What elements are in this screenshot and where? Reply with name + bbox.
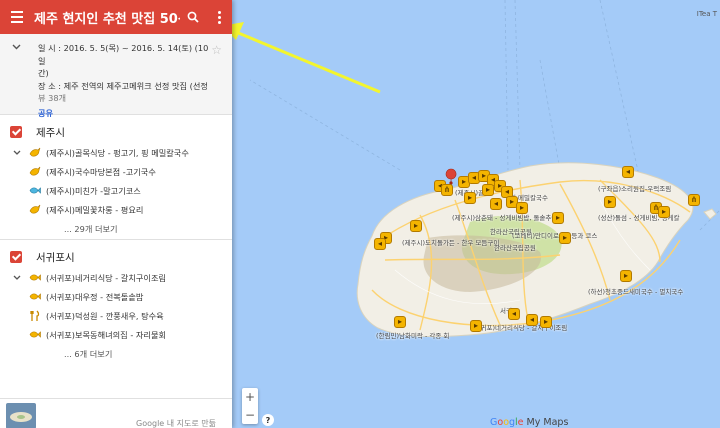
bird-marker-icon[interactable]: ▸ <box>470 320 482 332</box>
map-title: 제주 현지인 추천 맛집 50선 <box>34 11 180 27</box>
fork-knife-icon <box>28 310 42 322</box>
map-thumbnail[interactable] <box>6 403 36 428</box>
panel-footer: Google 내 지도로 만듦 <box>0 398 232 428</box>
map-place-label[interactable]: (서귀포)네거리식당 - 갈치구이조림 <box>472 322 567 332</box>
layer-section: 제주시 (제주시)골목식당 - 펑고기, 핑 메밀칼국수 (제주시)국수마당본점 -… <box>0 114 232 239</box>
zoom-control[interactable]: + − <box>242 388 258 424</box>
map-description: ☆ 일 시 : 2016. 5. 5(목) ~ 2016. 5. 14(토) (… <box>0 34 232 118</box>
chevron-down-icon[interactable] <box>12 44 21 50</box>
bird-marker-icon[interactable]: ▸ <box>540 316 552 328</box>
place-item[interactable]: (제주시)국수마당본점 -고기국수 <box>0 162 232 181</box>
place-label: (서귀포)네거리식당 - 갈치구이조림 <box>46 272 167 283</box>
place-item[interactable]: (서귀포)대우정 - 전복돌솥밥 <box>0 287 232 306</box>
map-place-label[interactable]: 한라산국립공원 <box>490 226 532 236</box>
fish-icon <box>28 186 42 195</box>
star-icon[interactable]: ☆ <box>211 44 222 57</box>
zoom-out-button[interactable]: − <box>242 406 258 424</box>
layer-header[interactable]: 서귀포시 <box>0 246 232 268</box>
map-place-label[interactable]: 한라산국립공원 <box>494 242 536 252</box>
fork-knife-marker-icon[interactable]: ⋔ <box>688 194 700 206</box>
place-label: (서귀포)덕성원 - 깐풍새우, 탕수육 <box>46 310 164 321</box>
fish-icon <box>28 330 42 339</box>
map-corner-label: ITea T <box>696 10 717 18</box>
fish-marker-icon[interactable]: ◂ <box>508 308 520 320</box>
share-link[interactable]: 공유 <box>38 107 53 120</box>
place-label: (제주시)미친가 -말고기코스 <box>46 185 141 196</box>
bird-marker-icon[interactable]: ▸ <box>604 196 616 208</box>
search-icon[interactable] <box>180 0 206 34</box>
fish-icon <box>28 292 42 301</box>
bird-marker-icon[interactable]: ▸ <box>516 202 528 214</box>
place-item[interactable]: (제주시)메밀꽃차롱 - 평요리 <box>0 200 232 219</box>
legend-panel: 제주 현지인 추천 맛집 50선 ☆ 일 시 : 2016. 5. 5(목) ~… <box>0 0 232 428</box>
layer-list: 제주시 (제주시)골목식당 - 펑고기, 핑 메밀칼국수 (제주시)국수마당본점 -… <box>0 114 232 364</box>
made-with-credit[interactable]: Google 내 지도로 만듦 <box>136 418 216 428</box>
map-place-label[interactable]: (구좌읍)소리원집-우럭조림 <box>598 183 671 193</box>
zoom-in-button[interactable]: + <box>242 388 258 406</box>
more-vert-icon[interactable] <box>206 0 232 34</box>
place-label: (서귀포)보목동해녀의집 - 자리물회 <box>46 329 167 340</box>
layer-checkbox[interactable] <box>10 251 22 263</box>
bird-icon <box>28 204 42 215</box>
udo-island <box>703 208 717 220</box>
date-text-cont: 간) <box>38 68 49 78</box>
view-count: 뷰 38개 <box>38 93 67 103</box>
map-place-label[interactable]: (한림민)남화미락 - 각종 회 <box>376 330 449 340</box>
fish-marker-icon[interactable]: ◂ <box>374 238 386 250</box>
show-more-link[interactable]: ... 29개 더보기 <box>0 219 232 239</box>
layer-header[interactable]: 제주시 <box>0 121 232 143</box>
layer-name: 서귀포시 <box>36 251 75 264</box>
show-more-link[interactable]: ... 6개 더보기 <box>0 344 232 364</box>
layer-section: 서귀포시 (서귀포)네거리식당 - 갈치구이조림 (서귀포)대우정 - 전복돌솥밥 (… <box>0 239 232 364</box>
place-item[interactable]: (제주시)골목식당 - 펑고기, 핑 메밀칼국수 <box>0 143 232 162</box>
place-item[interactable]: (서귀포)네거리식당 - 갈치구이조림 <box>0 268 232 287</box>
google-my-maps-logo: Google My Maps <box>490 417 569 428</box>
map-place-label[interactable]: (하선)청초중드새미국수 - 멸치국수 <box>588 286 683 296</box>
place-label: (제주시)국수마당본점 -고기국수 <box>46 166 156 177</box>
title-bar: 제주 현지인 추천 맛집 50선 <box>0 0 232 34</box>
fish-icon <box>28 273 42 282</box>
place-item[interactable]: (제주시)미친가 -말고기코스 <box>0 181 232 200</box>
fork-knife-marker-icon[interactable]: ⋔ <box>441 184 453 196</box>
place-label: (제주시)메밀꽃차롱 - 평요리 <box>46 204 144 215</box>
place-label: (제주시)골목식당 - 펑고기, 핑 메밀칼국수 <box>46 147 189 158</box>
fish-marker-icon[interactable]: ◂ <box>490 198 502 210</box>
fish-marker-icon[interactable]: ◂ <box>526 314 538 326</box>
arrow-annotation <box>232 22 381 94</box>
layer-checkbox[interactable] <box>10 126 22 138</box>
bird-marker-icon[interactable]: ▸ <box>482 184 494 196</box>
place-item[interactable]: (서귀포)덕성원 - 깐풍새우, 탕수육 <box>0 306 232 325</box>
chevron-down-icon[interactable] <box>6 150 28 155</box>
fish-marker-icon[interactable]: ◂ <box>622 166 634 178</box>
chevron-down-icon[interactable] <box>6 275 28 280</box>
menu-icon[interactable] <box>0 0 34 34</box>
place-label: (서귀포)대우정 - 전복돌솥밥 <box>46 291 144 302</box>
map-place-label[interactable]: (제주시)삼춘돼 - 성게비빔밥, 돌솥추어탕 <box>452 212 563 222</box>
bird-marker-icon[interactable]: ▸ <box>658 206 670 218</box>
map-place-label[interactable]: (제주시)도치돌가든 - 한우 모듬구이 <box>402 237 499 247</box>
bird-marker-icon[interactable]: ▸ <box>559 232 571 244</box>
layer-name: 제주시 <box>36 126 65 139</box>
bird-marker-icon[interactable]: ▸ <box>394 316 406 328</box>
bird-icon <box>28 166 42 177</box>
bird-marker-icon[interactable]: ▸ <box>410 220 422 232</box>
date-text: 일 시 : 2016. 5. 5(목) ~ 2016. 5. 14(토) (10… <box>38 43 209 66</box>
help-button[interactable]: ? <box>262 414 274 426</box>
bird-marker-icon[interactable]: ▸ <box>620 270 632 282</box>
bird-marker-icon[interactable]: ▸ <box>464 192 476 204</box>
place-item[interactable]: (서귀포)보목동해녀의집 - 자리물회 <box>0 325 232 344</box>
place-text: 장 소 : 제주 전역의 제주고메위크 선정 맛집 (선정 <box>38 80 208 91</box>
bird-icon <box>28 147 42 158</box>
bird-marker-icon[interactable]: ▸ <box>552 212 564 224</box>
map-canvas[interactable]: (제주시)골핑 메밀칼국수(구좌읍)소리원집-우럭조림(제주시)삼춘돼 - 성게… <box>232 0 720 428</box>
